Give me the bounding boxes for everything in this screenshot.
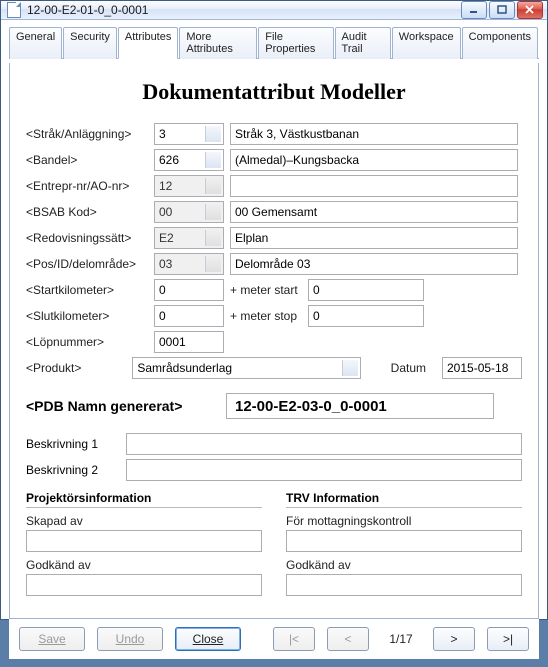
generated-name-label: <PDB Namn genererat> <box>26 398 226 414</box>
bandel-label: <Bandel> <box>26 153 154 167</box>
tab-attributes[interactable]: Attributes <box>118 27 178 59</box>
bsab-label: <BSAB Kod> <box>26 205 154 219</box>
titlebar: 12-00-E2-01-0_0-0001 <box>1 1 547 20</box>
tab-workspace[interactable]: Workspace <box>392 27 461 59</box>
last-button[interactable]: >| <box>487 627 529 651</box>
lopn-label: <Löpnummer> <box>26 335 154 349</box>
godkand-p-input[interactable] <box>26 574 262 596</box>
page-title: Dokumentattribut Modeller <box>26 79 522 105</box>
window: 12-00-E2-01-0_0-0001 General Security At… <box>0 0 548 620</box>
bsab-combo[interactable]: 00 <box>154 201 224 223</box>
beskr2-label: Beskrivning 2 <box>26 463 126 477</box>
close-button[interactable]: Close <box>175 627 241 651</box>
meterstop-label: + meter stop <box>230 309 302 323</box>
window-title: 12-00-E2-01-0_0-0001 <box>27 3 461 17</box>
startkm-input[interactable] <box>154 279 224 301</box>
startkm-label: <Startkilometer> <box>26 283 154 297</box>
tab-file-properties[interactable]: File Properties <box>258 27 333 59</box>
beskr2-input[interactable] <box>126 459 522 481</box>
projektor-section: Projektörsinformation Skapad av Godkänd … <box>26 487 262 602</box>
skapad-input[interactable] <box>26 530 262 552</box>
entrepr-desc-input[interactable] <box>230 175 518 197</box>
entrepr-combo[interactable]: 12 <box>154 175 224 197</box>
strak-label: <Stråk/Anläggning> <box>26 127 154 141</box>
meterstart-input[interactable] <box>308 279 424 301</box>
posid-label: <Pos/ID/delområde> <box>26 257 154 271</box>
client-area: General Security Attributes More Attribu… <box>1 20 547 667</box>
beskr1-label: Beskrivning 1 <box>26 437 126 451</box>
datum-input[interactable] <box>442 357 522 379</box>
minimize-button[interactable] <box>461 1 487 19</box>
godkand-t-input[interactable] <box>286 574 522 596</box>
godkand-p-label: Godkänd av <box>26 558 262 572</box>
close-window-button[interactable] <box>517 1 543 19</box>
redov-combo[interactable]: E2 <box>154 227 224 249</box>
first-button[interactable]: |< <box>273 627 315 651</box>
redov-desc-input[interactable] <box>230 227 518 249</box>
lopn-input[interactable] <box>154 331 224 353</box>
mottag-input[interactable] <box>286 530 522 552</box>
strak-combo[interactable]: 3 <box>154 123 224 145</box>
undo-button[interactable]: Undo <box>97 627 163 651</box>
produkt-label: <Produkt> <box>26 361 132 375</box>
next-button[interactable]: > <box>433 627 475 651</box>
meterstart-label: + meter start <box>230 283 302 297</box>
meterstop-input[interactable] <box>308 305 424 327</box>
tab-more-attributes[interactable]: More Attributes <box>179 27 257 59</box>
posid-combo[interactable]: 03 <box>154 253 224 275</box>
bandel-desc-input[interactable] <box>230 149 518 171</box>
tab-general[interactable]: General <box>9 27 62 59</box>
prev-button[interactable]: < <box>327 627 369 651</box>
maximize-button[interactable] <box>489 1 515 19</box>
tabstrip: General Security Attributes More Attribu… <box>9 26 539 59</box>
entrepr-label: <Entrepr-nr/AO-nr> <box>26 179 154 193</box>
produkt-combo[interactable]: Samrådsunderlag <box>132 357 360 379</box>
posid-desc-input[interactable] <box>230 253 518 275</box>
mottag-label: För mottagningskontroll <box>286 514 522 528</box>
generated-name-box: 12-00-E2-03-0_0-0001 <box>226 393 494 419</box>
save-button[interactable]: Save <box>19 627 85 651</box>
bandel-combo[interactable]: 626 <box>154 149 224 171</box>
datum-label: Datum <box>391 361 426 375</box>
beskr1-input[interactable] <box>126 433 522 455</box>
tab-content: Dokumentattribut Modeller <Stråk/Anläggn… <box>9 63 539 619</box>
tab-security[interactable]: Security <box>63 27 117 59</box>
strak-desc-input[interactable] <box>230 123 518 145</box>
trv-section: TRV Information För mottagningskontroll … <box>286 487 522 602</box>
document-icon <box>7 2 21 18</box>
projektor-heading: Projektörsinformation <box>26 491 262 508</box>
godkand-t-label: Godkänd av <box>286 558 522 572</box>
slutkm-label: <Slutkilometer> <box>26 309 154 323</box>
skapad-label: Skapad av <box>26 514 262 528</box>
tab-components[interactable]: Components <box>462 27 538 59</box>
redov-label: <Redovisningssätt> <box>26 231 154 245</box>
tab-audit-trail[interactable]: Audit Trail <box>335 27 391 59</box>
trv-heading: TRV Information <box>286 491 522 508</box>
page-indicator: 1/17 <box>381 632 421 646</box>
footer: Save Undo Close |< < 1/17 > >| <box>9 619 539 659</box>
slutkm-input[interactable] <box>154 305 224 327</box>
bsab-desc-input[interactable] <box>230 201 518 223</box>
